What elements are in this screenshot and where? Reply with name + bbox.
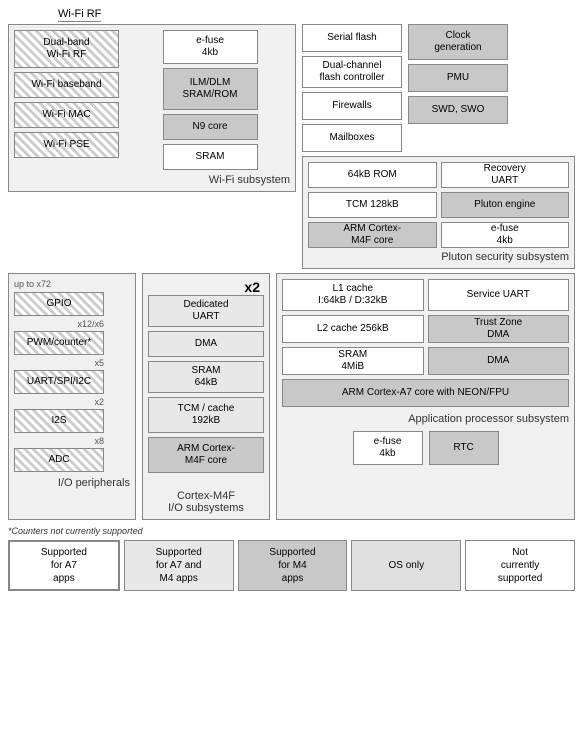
dedicated-uart-block: Dedicated UART: [148, 295, 264, 327]
pluton-engine-block: Pluton engine: [441, 192, 570, 218]
wifi-baseband-block: Wi-Fi baseband: [14, 72, 119, 98]
wifi-subsystem-label: Wi-Fi subsystem: [14, 174, 290, 186]
mailboxes-block: Mailboxes: [302, 124, 402, 152]
pwm-block: PWM/counter*: [14, 331, 104, 355]
rtc-block: RTC: [429, 431, 499, 465]
dma-m4f-block: DMA: [148, 331, 264, 357]
cortex-m4-pluton-block: ARM Cortex- M4F core: [308, 222, 437, 248]
clock-gen-block: Clock generation: [408, 24, 508, 60]
arm-a7-block: ARM Cortex-A7 core with NEON/FPU: [282, 379, 569, 407]
wifi-rf-label: Wi-Fi RF: [58, 8, 101, 22]
wifi-pse-block: Wi-Fi PSE: [14, 132, 119, 158]
wifi-subsystem: Dual-band Wi-Fi RF Wi-Fi baseband Wi-Fi …: [8, 24, 296, 192]
i2s-count: x2: [14, 397, 104, 407]
l2-cache-block: L2 cache 256kB: [282, 315, 424, 343]
efuse-app-block: e-fuse 4kb: [353, 431, 423, 465]
arm-cortex-m4f-block: ARM Cortex- M4F core: [148, 437, 264, 473]
efuse-pluton-block: e-fuse 4kb: [441, 222, 570, 248]
tcm-cache-block: TCM / cache 192kB: [148, 397, 264, 433]
pluton-label: Pluton security subsystem: [308, 251, 569, 263]
dual-band-wifi-block: Dual-band Wi-Fi RF: [14, 30, 119, 68]
cortex-m4f-subsystem: x2 Dedicated UART DMA SRAM 64kB TCM / ca…: [142, 273, 270, 520]
pluton-subsystem: 64kB ROM Recovery UART TCM 128kB Pluton …: [302, 156, 575, 269]
legend-not-supported: Not currently supported: [465, 540, 575, 591]
serial-flash-block: Serial flash: [302, 24, 402, 52]
efuse-wifi-block: e-fuse 4kb: [163, 30, 258, 64]
x2-badge: x2: [148, 279, 264, 295]
pwm-count: x12/x6: [14, 319, 104, 329]
pmu-block: PMU: [408, 64, 508, 92]
app-processor-subsystem: L1 cache I:64kB / D:32kB Service UART L2…: [276, 273, 575, 520]
counters-note: *Counters not currently supported: [8, 526, 575, 536]
sram-4mib-block: SRAM 4MiB: [282, 347, 424, 375]
firewalls-block: Firewalls: [302, 92, 402, 120]
legend-a7m4-apps: Supported for A7 and M4 apps: [124, 540, 234, 591]
legend-m4-apps: Supported for M4 apps: [238, 540, 348, 591]
app-proc-label: Application processor subsystem: [282, 413, 569, 425]
gpio-block: GPIO: [14, 292, 104, 316]
dual-channel-flash-block: Dual-channel flash controller: [302, 56, 402, 88]
service-uart-block: Service UART: [428, 279, 570, 311]
n9-core-block: N9 core: [163, 114, 258, 140]
gpio-count: up to x72: [14, 279, 130, 289]
recovery-uart-block: Recovery UART: [441, 162, 570, 188]
wifi-mac-block: Wi-Fi MAC: [14, 102, 119, 128]
sram-64kb-block: SRAM 64kB: [148, 361, 264, 393]
adc-block: ADC: [14, 448, 104, 472]
io-peripherals-label: I/O peripherals: [14, 477, 130, 489]
legend-os-only: OS only: [351, 540, 461, 591]
i2s-block: I2S: [14, 409, 104, 433]
swd-swo-block: SWD, SWO: [408, 96, 508, 124]
rom-64kb-block: 64kB ROM: [308, 162, 437, 188]
uart-count: x5: [14, 358, 104, 368]
adc-count: x8: [14, 436, 104, 446]
tcm-128kb-block: TCM 128kB: [308, 192, 437, 218]
l1-cache-block: L1 cache I:64kB / D:32kB: [282, 279, 424, 311]
cortex-m4f-label: Cortex-M4F I/O subsystems: [148, 478, 264, 514]
uart-spi-i2c-block: UART/SPI/I2C: [14, 370, 104, 394]
sram-wifi-block: SRAM: [163, 144, 258, 170]
trustzone-dma-block: Trust Zone DMA: [428, 315, 570, 343]
io-peripherals-subsystem: up to x72 GPIO x12/x6 PWM/counter* x5 U: [8, 273, 136, 520]
dma-app-block: DMA: [428, 347, 570, 375]
legend-a7-apps: Supported for A7 apps: [8, 540, 120, 591]
ilm-dlm-block: ILM/DLM SRAM/ROM: [163, 68, 258, 110]
